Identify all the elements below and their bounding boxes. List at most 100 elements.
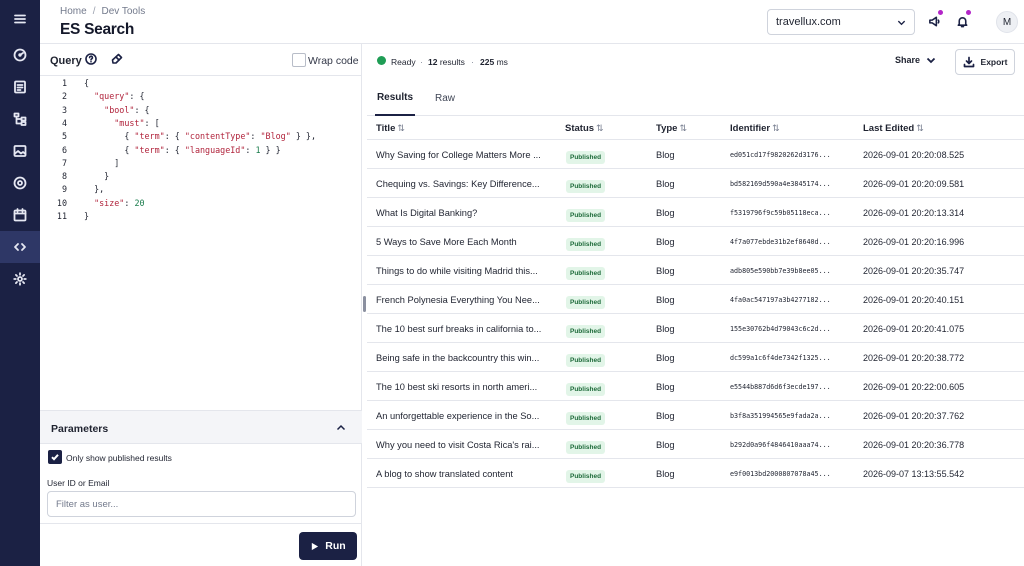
cell-type: Blog: [656, 237, 675, 247]
code-line[interactable]: },: [84, 184, 104, 194]
table-row[interactable]: What Is Digital Banking? Published Blog f53…: [367, 198, 1024, 227]
code-line[interactable]: { "term": { "languageId": 1 } }: [84, 145, 280, 155]
cell-title[interactable]: Chequing vs. Savings: Key Difference...: [376, 179, 548, 189]
code-line[interactable]: {: [84, 78, 89, 88]
cell-last-edited: 2026-09-01 20:20:16.996: [863, 237, 965, 247]
calendar-icon[interactable]: [0, 199, 40, 231]
export-button[interactable]: Export: [955, 49, 1015, 75]
cell-type: Blog: [656, 266, 675, 276]
cell-identifier: 4fa0ac547197a3b4277182...: [730, 296, 831, 304]
clear-eraser-icon[interactable]: [111, 53, 125, 67]
cell-title[interactable]: The 10 best surf breaks in california to…: [376, 324, 548, 334]
status-badge: Published: [566, 354, 606, 367]
table-row[interactable]: Why Saving for College Matters More ... P…: [367, 140, 1024, 169]
wrap-code-label: Wrap code: [308, 55, 359, 67]
table-row[interactable]: Chequing vs. Savings: Key Difference... P…: [367, 169, 1024, 198]
cell-title[interactable]: Being safe in the backcountry this win..…: [376, 353, 548, 363]
column-identifier-label: Identifier: [730, 123, 771, 134]
table-row[interactable]: French Polynesia Everything You Nee... Pu…: [367, 285, 1024, 314]
target-icon[interactable]: [0, 167, 40, 199]
share-button[interactable]: Share: [895, 55, 936, 65]
code-line[interactable]: "must": [: [84, 118, 159, 128]
cell-identifier: 155e30762b4d79043c6c2d...: [730, 325, 831, 333]
settings-icon[interactable]: [0, 263, 40, 295]
code-line[interactable]: ]: [84, 158, 119, 168]
site-selector[interactable]: travellux.com: [767, 9, 915, 35]
breadcrumb: Home / Dev Tools: [60, 6, 145, 17]
code-line[interactable]: "size": 20: [84, 198, 144, 208]
column-type[interactable]: Type ⇅: [656, 123, 687, 134]
column-identifier[interactable]: Identifier ⇅: [730, 123, 780, 134]
status-bar: Ready · 12 results · 225 ms Share Export: [367, 44, 1024, 80]
column-title-label: Title: [376, 123, 396, 134]
code-line[interactable]: }: [84, 211, 89, 221]
parameters-header[interactable]: Parameters: [40, 411, 362, 444]
left-rail: [0, 0, 40, 566]
dashboard-icon[interactable]: [0, 39, 40, 71]
line-number: 7: [61, 157, 67, 168]
code-editor[interactable]: 1 2 3 4 5 6 7 8 9 10 11 { "query": { "bo…: [40, 77, 354, 447]
cell-title[interactable]: Things to do while visiting Madrid this.…: [376, 266, 548, 276]
table-row[interactable]: A blog to show translated content Publish…: [367, 459, 1024, 488]
dev-tools-icon[interactable]: [0, 231, 40, 263]
tab-results[interactable]: Results: [375, 80, 415, 116]
cell-title[interactable]: Why you need to visit Costa Rica's rai..…: [376, 440, 548, 450]
wrap-code-checkbox[interactable]: [292, 53, 306, 67]
code-line[interactable]: "bool": {: [84, 105, 149, 115]
published-only-checkbox[interactable]: [48, 450, 62, 464]
menu-icon[interactable]: [0, 3, 40, 35]
run-button[interactable]: Run: [299, 532, 357, 560]
cell-title[interactable]: 5 Ways to Save More Each Month: [376, 237, 548, 247]
cell-title[interactable]: What Is Digital Banking?: [376, 208, 548, 218]
schema-icon[interactable]: [0, 103, 40, 135]
cell-type: Blog: [656, 150, 675, 160]
table-row[interactable]: The 10 best surf breaks in california to…: [367, 314, 1024, 343]
user-id-input[interactable]: [47, 491, 356, 517]
cell-title[interactable]: The 10 best ski resorts in north ameri..…: [376, 382, 548, 392]
media-icon[interactable]: [0, 135, 40, 167]
table-row[interactable]: The 10 best ski resorts in north ameri..…: [367, 372, 1024, 401]
cell-identifier: 4f7a077ebde31b2ef8640d...: [730, 238, 831, 246]
table-row[interactable]: 5 Ways to Save More Each Month Published B…: [367, 227, 1024, 256]
line-number: 3: [61, 104, 67, 115]
notifications-bell-icon[interactable]: [954, 13, 970, 29]
code-line[interactable]: { "term": { "contentType": "Blog" } },: [84, 131, 316, 141]
table-row[interactable]: Why you need to visit Costa Rica's rai..…: [367, 430, 1024, 459]
cell-identifier: bd582169d590a4e3845174...: [730, 180, 831, 188]
sort-icon: ⇅: [679, 123, 688, 133]
parameters-title: Parameters: [51, 423, 109, 435]
cell-type: Blog: [656, 411, 675, 421]
published-only-label: Only show published results: [66, 453, 172, 463]
cell-status: Published: [566, 264, 606, 280]
cell-title[interactable]: A blog to show translated content: [376, 469, 548, 479]
status-badge: Published: [566, 383, 606, 396]
code-line[interactable]: }: [84, 171, 109, 181]
announcements-icon[interactable]: [926, 13, 942, 29]
breadcrumb-separator: /: [92, 6, 96, 17]
cell-identifier: f5319796f9c59b05118eca...: [730, 209, 831, 217]
table-row[interactable]: Being safe in the backcountry this win..…: [367, 343, 1024, 372]
resize-grip[interactable]: [363, 296, 366, 312]
chevron-up-icon[interactable]: [336, 423, 346, 433]
cell-type: Blog: [656, 295, 675, 305]
play-icon: [312, 542, 319, 550]
breadcrumb-home[interactable]: Home: [60, 6, 87, 17]
cell-title[interactable]: French Polynesia Everything You Nee...: [376, 295, 548, 305]
column-status[interactable]: Status ⇅: [565, 123, 604, 134]
query-pane: Query Wrap code 1 2 3 4 5 6 7 8 9 10 11 …: [40, 44, 367, 566]
status-ready-indicator: [377, 56, 386, 65]
code-line[interactable]: "query": {: [84, 91, 144, 101]
cell-title[interactable]: An unforgettable experience in the So...: [376, 411, 548, 421]
status-badge: Published: [566, 441, 606, 454]
cell-title[interactable]: Why Saving for College Matters More ...: [376, 150, 548, 160]
content-icon[interactable]: [0, 71, 40, 103]
column-title[interactable]: Title ⇅: [376, 123, 405, 134]
line-number: 8: [61, 171, 67, 182]
table-row[interactable]: Things to do while visiting Madrid this.…: [367, 256, 1024, 285]
breadcrumb-dev-tools[interactable]: Dev Tools: [101, 6, 145, 17]
column-last-edited[interactable]: Last Edited ⇅: [863, 123, 924, 134]
help-icon[interactable]: [85, 53, 99, 67]
table-row[interactable]: An unforgettable experience in the So...…: [367, 401, 1024, 430]
tab-raw[interactable]: Raw: [429, 80, 461, 116]
avatar[interactable]: M: [996, 11, 1018, 33]
